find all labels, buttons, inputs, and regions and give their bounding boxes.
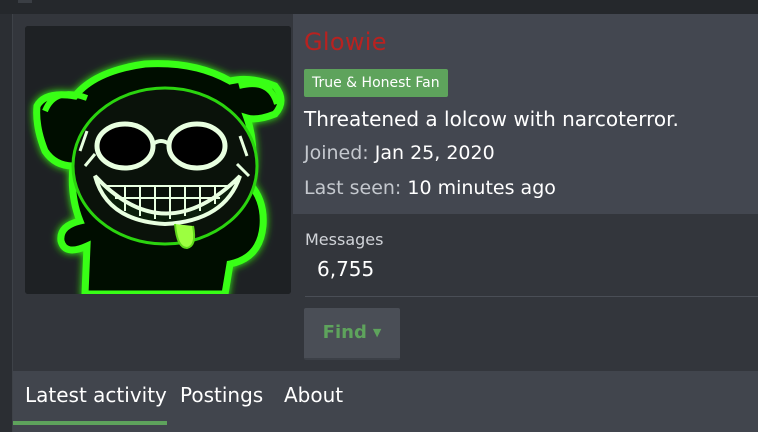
user-title-badge: True & Honest Fan [304,69,448,97]
top-bar-fragment [18,0,32,3]
chevron-down-icon: ▼ [372,326,382,339]
tab-latest-activity[interactable]: Latest activity [25,383,167,415]
active-tab-indicator [13,421,167,425]
avatar[interactable] [25,26,291,294]
joined-info: Joined: Jan 25, 2020 [304,142,495,164]
find-button-label: Find [322,322,367,343]
joined-label: Joined: [304,142,369,164]
last-seen-info: Last seen: 10 minutes ago [304,177,556,199]
messages-stat: Messages 6,755 [305,226,758,297]
joined-value: Jan 25, 2020 [374,142,495,164]
find-button[interactable]: Find ▼ [304,308,400,360]
avatar-image [25,26,291,294]
profile-card: Glowie True & Honest Fan Threatened a lo… [12,14,758,432]
profile-tabs: Latest activity Postings About [13,371,758,432]
messages-count[interactable]: 6,755 [317,257,374,281]
tab-about[interactable]: About [284,383,343,415]
username[interactable]: Glowie [304,28,387,56]
user-tagline: Threatened a lolcow with narcoterror. [304,107,679,131]
messages-label: Messages [305,230,384,249]
top-bar [0,0,758,14]
last-seen-label: Last seen: [304,177,402,199]
last-seen-value: 10 minutes ago [407,177,556,199]
tab-postings[interactable]: Postings [180,383,263,415]
profile-info: Glowie True & Honest Fan Threatened a lo… [293,14,758,214]
